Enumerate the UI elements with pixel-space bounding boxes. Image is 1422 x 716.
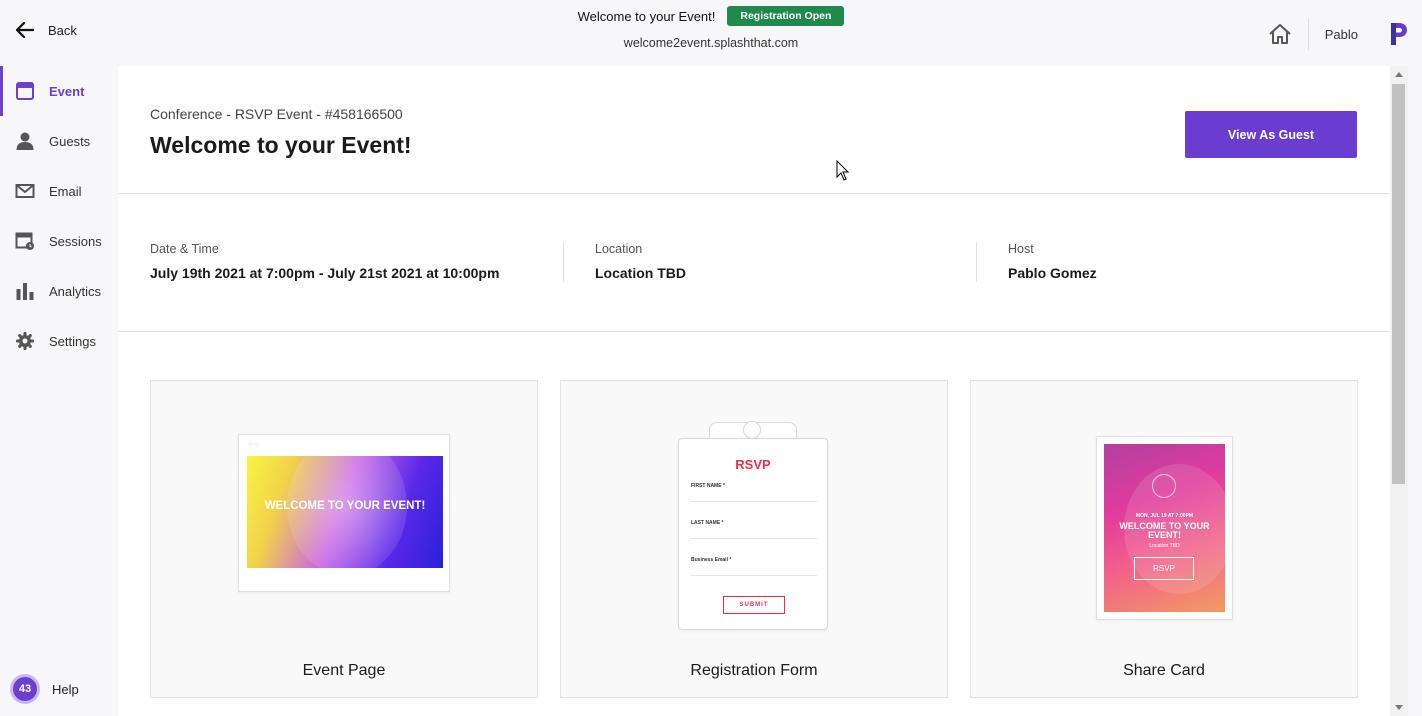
event-header: Conference - RSVP Event - #458166500 Wel… (118, 66, 1390, 194)
form-field: LAST NAME * (691, 520, 817, 539)
form-field: Business Email * (691, 557, 817, 576)
help-label: Help (52, 681, 79, 697)
design-cards: ○○ WELCOME TO YOUR EVENT! Event Page RSV… (150, 380, 1358, 698)
view-as-guest-button[interactable]: View As Guest (1185, 111, 1357, 158)
event-url[interactable]: welcome2event.splashthat.com (0, 36, 1422, 50)
calendar-icon (16, 82, 34, 100)
scroll-up-arrow-icon[interactable] (1395, 72, 1403, 77)
sidebar-item-analytics[interactable]: Analytics (0, 266, 118, 316)
sidebar-item-guests[interactable]: Guests (0, 116, 118, 166)
home-icon[interactable] (1268, 22, 1292, 46)
date-label: Date & Time (150, 242, 219, 256)
event-header-center: Welcome to your Event! Registration Open… (0, 6, 1422, 50)
help-count-badge: 43 (10, 674, 40, 704)
breadcrumb: Conference - RSVP Event - #458166500 (150, 106, 403, 122)
event-details: Date & Time July 19th 2021 at 7:00pm - J… (118, 194, 1390, 332)
share-card-rsvp: RSVP (1134, 557, 1194, 580)
sidebar-item-email[interactable]: Email (0, 166, 118, 216)
divider (1307, 18, 1309, 50)
form-field: FIRST NAME * (691, 483, 817, 502)
user-name[interactable]: Pablo (1325, 27, 1358, 42)
top-bar: Back Welcome to your Event! Registration… (0, 0, 1422, 66)
envelope-icon (15, 184, 35, 198)
emblem-icon (1152, 474, 1176, 498)
sidebar-item-label: Sessions (49, 233, 102, 249)
scroll-thumb[interactable] (1392, 84, 1405, 484)
sidebar-item-label: Email (49, 183, 82, 199)
host-section: Host Pablo Gomez (976, 242, 1389, 331)
brand-logo-icon[interactable] (1388, 21, 1408, 47)
person-icon (16, 132, 34, 150)
date-time-section: Date & Time July 19th 2021 at 7:00pm - J… (150, 242, 563, 331)
registration-form-preview: RSVP FIRST NAME * LAST NAME * Business E… (678, 438, 828, 630)
location-value: Location TBD (595, 265, 686, 281)
page-title: Welcome to your Event! (150, 132, 412, 158)
share-card-card[interactable]: MON, JUL 19 AT 7:00PM WELCOME TO YOUR EV… (970, 380, 1358, 698)
sidebar-item-label: Event (49, 83, 85, 99)
share-card-location: Location TBD (1149, 543, 1180, 549)
event-page-hero: WELCOME TO YOUR EVENT! (247, 456, 443, 568)
rsvp-title: RSVP (735, 457, 771, 472)
sidebar-item-event[interactable]: Event (0, 66, 118, 116)
sidebar-item-sessions[interactable]: Sessions (0, 216, 118, 266)
event-page-card[interactable]: ○○ WELCOME TO YOUR EVENT! Event Page (150, 380, 538, 698)
main-panel: Conference - RSVP Event - #458166500 Wel… (118, 66, 1390, 716)
bar-chart-icon (16, 283, 34, 300)
help-button[interactable]: 43 Help (10, 674, 79, 704)
form-field-label: Business Email * (691, 557, 732, 563)
form-field-label: FIRST NAME * (691, 483, 725, 489)
sidebar-item-label: Analytics (49, 283, 102, 299)
location-label: Location (595, 242, 643, 256)
user-area: Pablo (1268, 18, 1408, 50)
share-card-art: MON, JUL 19 AT 7:00PM WELCOME TO YOUR EV… (1104, 444, 1225, 612)
event-page-preview: ○○ WELCOME TO YOUR EVENT! (238, 434, 450, 592)
card-label: Share Card (1123, 662, 1205, 679)
status-badge[interactable]: Registration Open (727, 6, 845, 26)
location-section: Location Location TBD (563, 242, 976, 331)
date-value: July 19th 2021 at 7:00pm - July 21st 202… (150, 265, 500, 281)
card-label: Registration Form (690, 662, 818, 679)
event-title-top: Welcome to your Event! (577, 8, 716, 24)
card-label: Event Page (302, 662, 386, 679)
registration-form-card[interactable]: RSVP FIRST NAME * LAST NAME * Business E… (560, 380, 948, 698)
share-card-preview: MON, JUL 19 AT 7:00PM WELCOME TO YOUR EV… (1096, 436, 1233, 620)
mouse-cursor-icon (836, 160, 850, 181)
scrollbar[interactable] (1390, 66, 1408, 716)
event-page-hero-text: WELCOME TO YOUR EVENT! (264, 500, 426, 512)
share-card-date: MON, JUL 19 AT 7:00PM (1135, 513, 1194, 519)
sidebar-item-settings[interactable]: Settings (0, 316, 118, 366)
form-field-label: LAST NAME * (691, 520, 724, 526)
sidebar-item-label: Settings (49, 333, 96, 349)
sessions-icon (15, 232, 34, 250)
gear-icon (16, 332, 34, 350)
sidebar-item-label: Guests (49, 133, 91, 149)
host-label: Host (1008, 242, 1034, 256)
browser-dots-icon: ○○ (248, 440, 260, 449)
app-window: Back Welcome to your Event! Registration… (0, 0, 1422, 716)
scroll-down-arrow-icon[interactable] (1395, 705, 1403, 710)
share-card-welcome: WELCOME TO YOUR EVENT! (1119, 521, 1210, 540)
submit-preview: SUBMIT (723, 596, 785, 614)
sidebar: Event Guests Email Sessions Analytics Se… (0, 66, 118, 716)
host-value: Pablo Gomez (1008, 265, 1097, 281)
clipboard-ring-icon (743, 421, 761, 439)
